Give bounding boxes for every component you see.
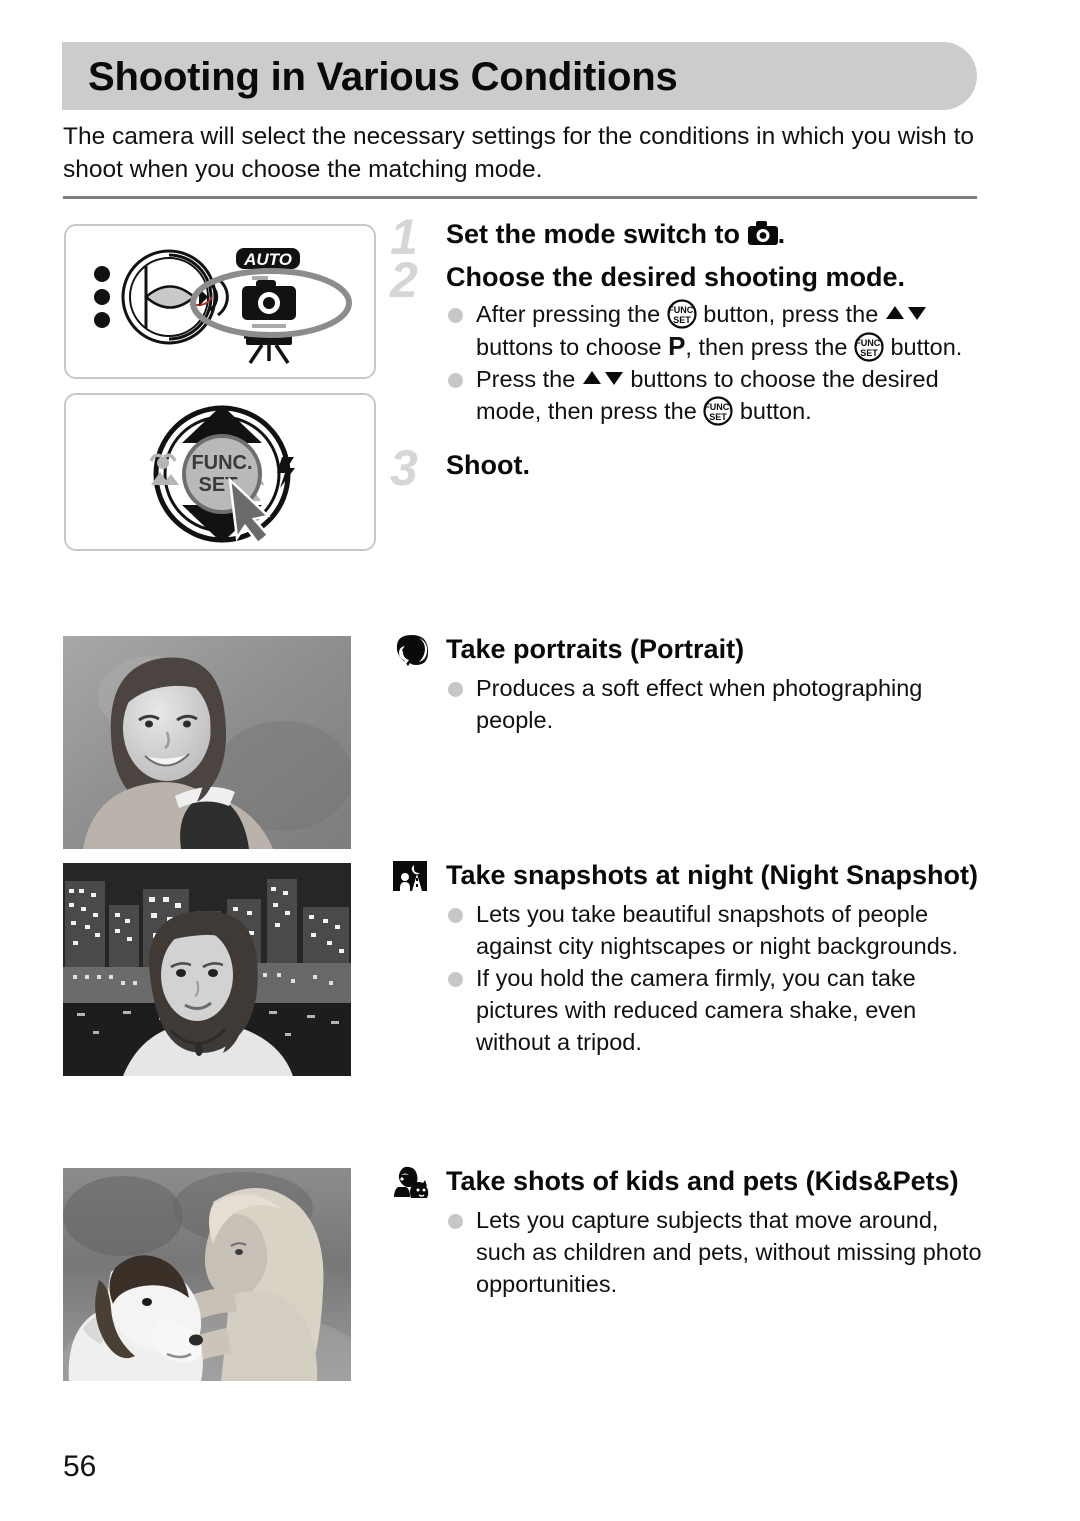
step-2-title: Choose the desired shooting mode. [446,262,906,292]
up-down-buttons-icon [582,371,623,385]
func-set-button-icon: FUNC.SET [703,396,733,426]
page-title: Shooting in Various Conditions [88,55,678,99]
step-3: 3 Shoot. [390,443,990,493]
kids-and-pets-sample-photo [63,1168,351,1381]
mode-section-night-snapshot: Take snapshots at night (Night Snapshot)… [390,858,990,1058]
bullet-text-3: buttons to choose [476,334,669,360]
portrait-heading: Take portraits (Portrait) [390,632,990,667]
portrait-mode-icon [396,635,429,666]
step-2-number: 2 [390,252,418,308]
step-1-title: Set the mode switch to . [446,218,990,251]
still-camera-icon [747,221,778,245]
step-2-bullets: After pressing the FUNC. SET button, pres… [446,298,990,427]
func-set-button-icon: FUNC.SET [667,299,697,329]
bullet-item: If you hold the camera firmly, you can t… [446,962,990,1058]
kids-and-pets-mode-icon [394,1166,429,1198]
svg-text:FUNC.: FUNC. [705,402,733,412]
still-camera-icon [242,276,296,328]
step-2: 2 Choose the desired shooting mode. Afte… [390,255,990,427]
up-down-buttons-icon [885,306,926,320]
func-set-button-icon: FUNC.SET [854,332,884,362]
step-1-title-text: Set the mode switch to [446,219,741,249]
bullet-item: Lets you capture subjects that move arou… [446,1204,990,1300]
bullet-item: After pressing the FUNC. SET button, pres… [446,298,990,363]
page-number: 56 [63,1450,97,1483]
kids-and-pets-heading-text: Take shots of kids and pets (Kids&Pets) [446,1166,959,1196]
bullet-item: Produces a soft effect when photographin… [446,672,990,736]
horizontal-rule [63,196,977,199]
kids-and-pets-heading: Take shots of kids and pets (Kids&Pets) [390,1164,990,1199]
portrait-heading-text: Take portraits (Portrait) [446,634,745,664]
mode-switch-diagram: AUTO [94,248,352,364]
svg-text:FUNC.: FUNC. [855,338,883,348]
bullet-item: Press the buttons to choose the desired … [446,363,990,427]
program-mode-p-icon: P [668,331,686,361]
night-snapshot-heading: Take snapshots at night (Night Snapshot) [390,858,990,893]
svg-text:SET: SET [710,412,728,422]
intro-paragraph: The camera will select the necessary set… [63,123,975,183]
mode-section-portrait: Take portraits (Portrait) Produces a sof… [390,632,990,736]
step-3-number: 3 [390,440,418,496]
step-3-title: Shoot. [446,450,530,480]
night-snapshot-bullets: Lets you take beautiful snapshots of peo… [446,898,990,1058]
steps-column: 1 Set the mode switch to . 2 Choose the … [390,212,990,493]
svg-text:SET: SET [860,348,878,358]
bullet-item: Lets you take beautiful snapshots of peo… [446,898,990,962]
kids-and-pets-bullets: Lets you capture subjects that move arou… [446,1204,990,1300]
bullet-text-2: button, press the [696,301,885,327]
func-set-label-line1: FUNC. [191,452,252,474]
bullet-text-3: button. [733,398,812,424]
night-snapshot-mode-icon [393,861,427,891]
portrait-sample-photo [63,636,351,849]
portrait-bullets: Produces a soft effect when photographin… [446,672,990,736]
bullet-text-5: button. [883,334,963,360]
four-way-controller-illustration: FUNC. SET [64,393,376,551]
four-way-controller-diagram: FUNC. SET [149,405,295,545]
step-1-title-suffix: . [777,219,786,249]
night-snapshot-heading-text: Take snapshots at night (Night Snapshot) [446,860,979,890]
mode-switch-illustration: AUTO [64,224,376,379]
bullet-text-1: Press the [476,366,582,392]
auto-mode-label: AUTO [236,248,300,269]
svg-text:AUTO: AUTO [243,250,292,269]
night-snapshot-sample-photo [63,863,351,1076]
svg-text:FUNC.: FUNC. [668,305,696,315]
step-1: 1 Set the mode switch to . [390,212,990,262]
bullet-text-4: , then press the [685,334,854,360]
bullet-text-1: After pressing the [476,301,667,327]
mode-section-kids-and-pets: Take shots of kids and pets (Kids&Pets) … [390,1164,990,1300]
svg-text:SET: SET [673,315,691,325]
